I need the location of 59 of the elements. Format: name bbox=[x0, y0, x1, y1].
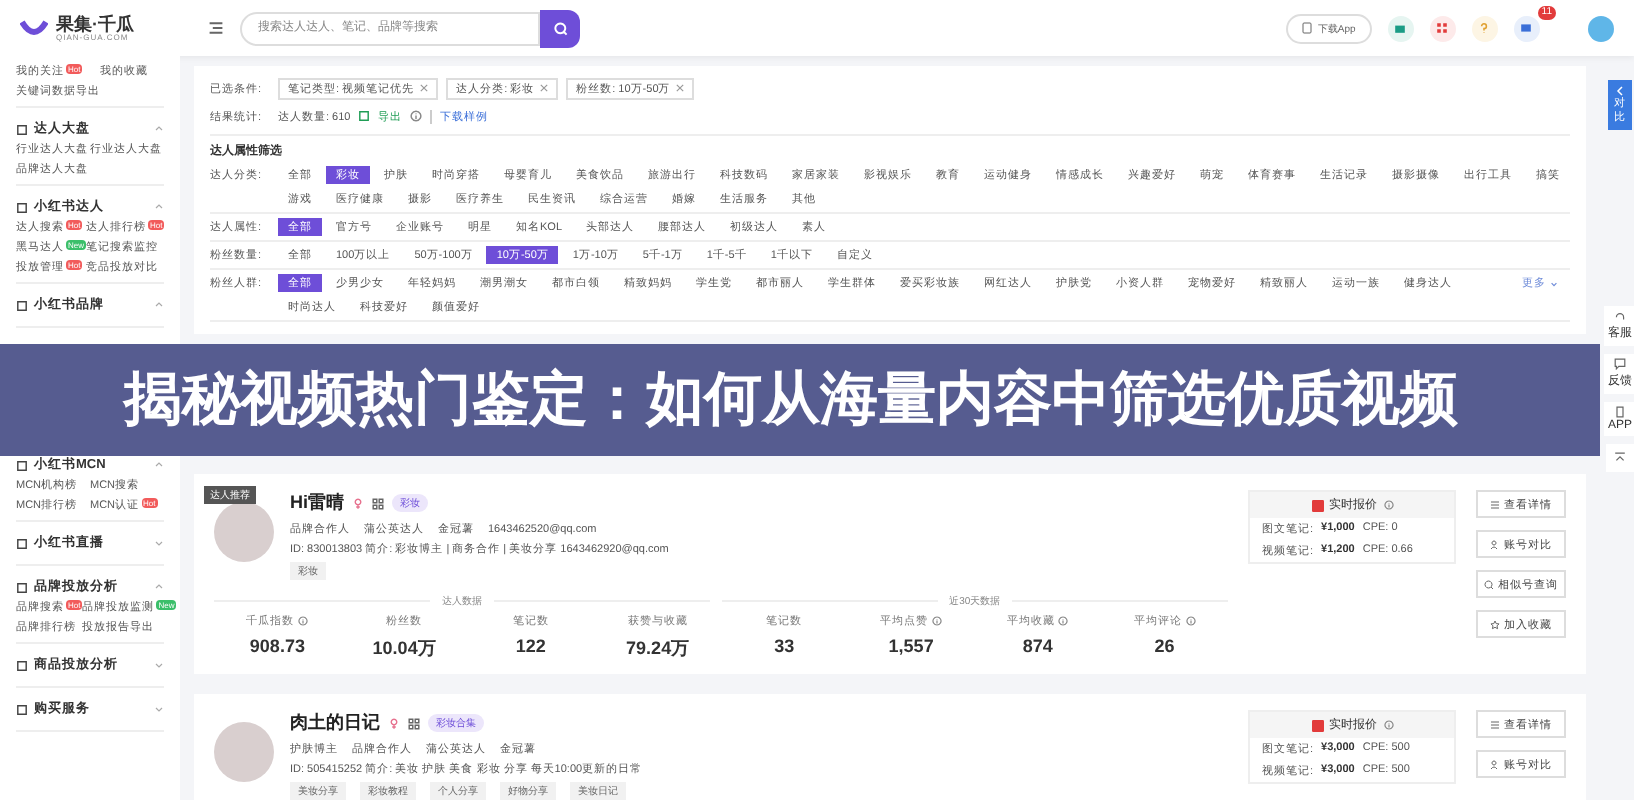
close-icon[interactable] bbox=[676, 84, 685, 92]
logo-icon bbox=[20, 18, 48, 38]
mail-icon[interactable] bbox=[1513, 15, 1540, 41]
info-icon bbox=[932, 616, 943, 626]
female-icon bbox=[352, 497, 364, 509]
phone-icon bbox=[1301, 22, 1312, 34]
stat-value: 10.04万 bbox=[372, 636, 436, 662]
user-avatar[interactable] bbox=[1588, 15, 1614, 41]
grid-icon[interactable] bbox=[1429, 15, 1456, 41]
qr-code-icon bbox=[408, 717, 420, 729]
section-icon bbox=[16, 659, 28, 671]
stat-value: 1,557 bbox=[888, 636, 934, 656]
influencer-name[interactable]: Hi雷晴 bbox=[290, 490, 344, 516]
feedback-icon bbox=[1614, 358, 1626, 371]
section-icon bbox=[16, 703, 28, 715]
female-icon bbox=[388, 717, 400, 729]
stat-value: 122 bbox=[515, 636, 546, 656]
banner-title: 揭秘视频热门鉴定：如何从海量内容中筛选优质视频 bbox=[124, 365, 1458, 436]
section-icon bbox=[16, 201, 28, 213]
phone-icon bbox=[1614, 406, 1626, 419]
influencer-name[interactable]: 肉土的日记 bbox=[290, 710, 380, 736]
arrow-up-icon bbox=[1614, 452, 1626, 465]
search-icon bbox=[553, 21, 567, 35]
help-icon[interactable] bbox=[1471, 15, 1498, 41]
star-icon bbox=[1490, 619, 1500, 629]
info-icon bbox=[410, 110, 423, 122]
stat-value: 33 bbox=[774, 636, 795, 656]
section-icon bbox=[16, 459, 28, 471]
user-icon bbox=[1490, 539, 1500, 549]
stat-value: 908.73 bbox=[249, 636, 305, 656]
user-icon bbox=[1490, 759, 1500, 769]
list-icon bbox=[1490, 719, 1500, 729]
search-button[interactable] bbox=[540, 9, 580, 47]
chevron-left-icon bbox=[1616, 86, 1624, 96]
close-icon[interactable] bbox=[420, 84, 429, 92]
avatar-placeholder bbox=[214, 722, 274, 782]
excel-icon bbox=[358, 110, 371, 122]
price-icon bbox=[1311, 499, 1323, 511]
search-icon bbox=[1484, 579, 1494, 589]
stat-value: 26 bbox=[1154, 636, 1175, 656]
section-icon bbox=[16, 537, 28, 549]
stat-value: 79.24万 bbox=[626, 636, 690, 662]
section-icon bbox=[16, 299, 28, 311]
stat-value: 874 bbox=[1022, 636, 1053, 656]
close-icon[interactable] bbox=[540, 84, 549, 92]
info-icon bbox=[1185, 616, 1196, 626]
price-icon bbox=[1311, 719, 1323, 731]
info-icon bbox=[1383, 720, 1393, 730]
info-icon bbox=[298, 616, 309, 626]
menu-icon[interactable] bbox=[208, 20, 224, 36]
back-to-top-button[interactable] bbox=[1606, 444, 1634, 473]
qr-code-icon bbox=[372, 497, 384, 509]
logo-name: 果集·千瓜 bbox=[56, 15, 134, 33]
section-icon bbox=[16, 123, 28, 135]
info-icon bbox=[1383, 500, 1393, 510]
list-icon bbox=[1490, 499, 1500, 509]
caret-icon bbox=[1550, 279, 1558, 287]
info-icon bbox=[1058, 616, 1069, 626]
section-icon bbox=[16, 581, 28, 593]
